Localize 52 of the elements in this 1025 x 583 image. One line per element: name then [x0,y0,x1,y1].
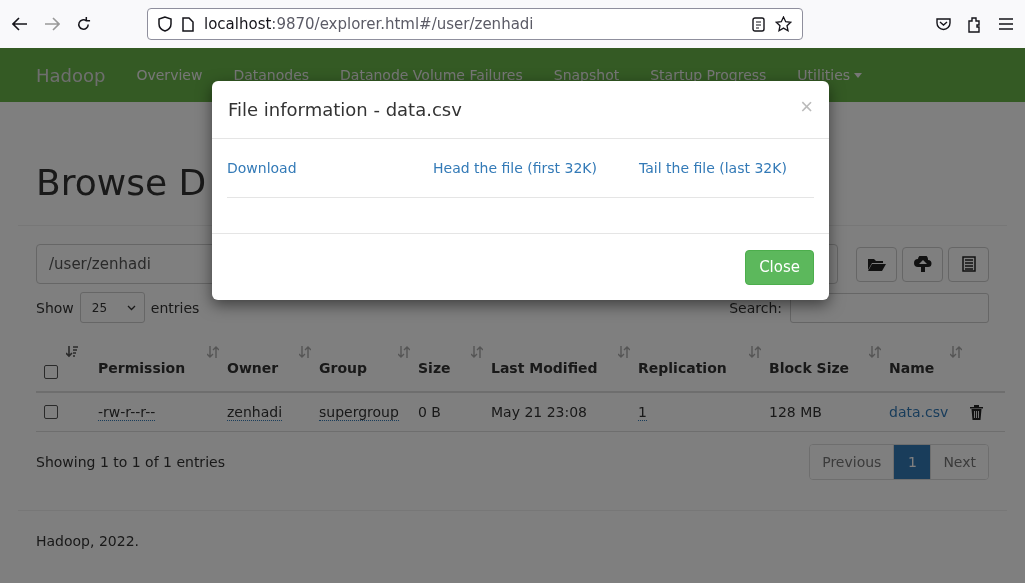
folder-icon [867,257,886,271]
table-cell[interactable]: supergroup [319,403,399,421]
table-cell: 128 MB [769,404,822,420]
column-header[interactable]: Name [889,358,955,379]
file-action-link[interactable]: Tail the file (last 32K) [639,160,787,176]
column-header[interactable]: Permission [98,358,206,379]
entries-select[interactable]: 25 [79,292,145,323]
table-cell: 0 B [418,404,441,420]
column-header[interactable]: Size [418,358,471,379]
shield-icon [158,16,172,32]
back-arrow-icon[interactable] [12,17,28,31]
list-button[interactable] [948,246,989,282]
table-cell[interactable]: -rw-r--r-- [98,403,156,421]
forward-arrow-icon[interactable] [44,17,60,31]
upload-button[interactable] [902,246,943,282]
star-icon[interactable] [775,16,792,32]
close-button[interactable]: Close [745,249,814,285]
table-cell[interactable]: 1 [638,403,647,421]
search-label: Search: [729,299,782,316]
file-link[interactable]: data.csv [889,404,949,420]
entries-info: Showing 1 to 1 of 1 entries [36,454,225,470]
checkbox[interactable] [44,405,58,419]
pocket-icon[interactable] [936,17,951,31]
column-header[interactable]: Replication [638,358,747,379]
column-header[interactable]: Block Size [769,358,870,379]
column-header[interactable]: Last Modified [491,358,618,379]
page-button[interactable]: 1 [893,445,931,479]
dialog-title: File information - data.csv [228,99,462,120]
file-action-link[interactable]: Download [227,160,297,176]
folder-button[interactable] [856,246,897,282]
reload-icon[interactable] [76,16,91,32]
page-button[interactable]: Next [930,445,988,479]
chevron-icon [126,304,136,311]
table-cell: May 21 23:08 [491,404,587,420]
menu-icon[interactable] [999,18,1013,30]
page-icon [182,16,194,32]
address-bar[interactable]: localhost:9870/explorer.html#/user/zenhadi [147,8,803,40]
footer-text: Hadoop, 2022. [36,533,139,549]
cloud-upload-icon [913,256,932,272]
column-header[interactable]: Owner [227,358,299,379]
table-cell[interactable]: zenhadi [227,403,283,421]
trash-icon[interactable] [970,404,983,420]
search-field[interactable] [790,292,989,323]
checkbox[interactable] [44,365,58,379]
column-header[interactable]: Group [319,358,387,379]
list-icon [961,256,976,272]
sort-ascending-icon[interactable] [66,346,78,358]
show-label: Show [36,299,74,316]
reader-view-icon[interactable] [752,16,765,32]
entries-label: entries [150,299,200,316]
extensions-icon[interactable] [967,15,983,33]
file-action-link[interactable]: Head the file (first 32K) [433,160,597,176]
